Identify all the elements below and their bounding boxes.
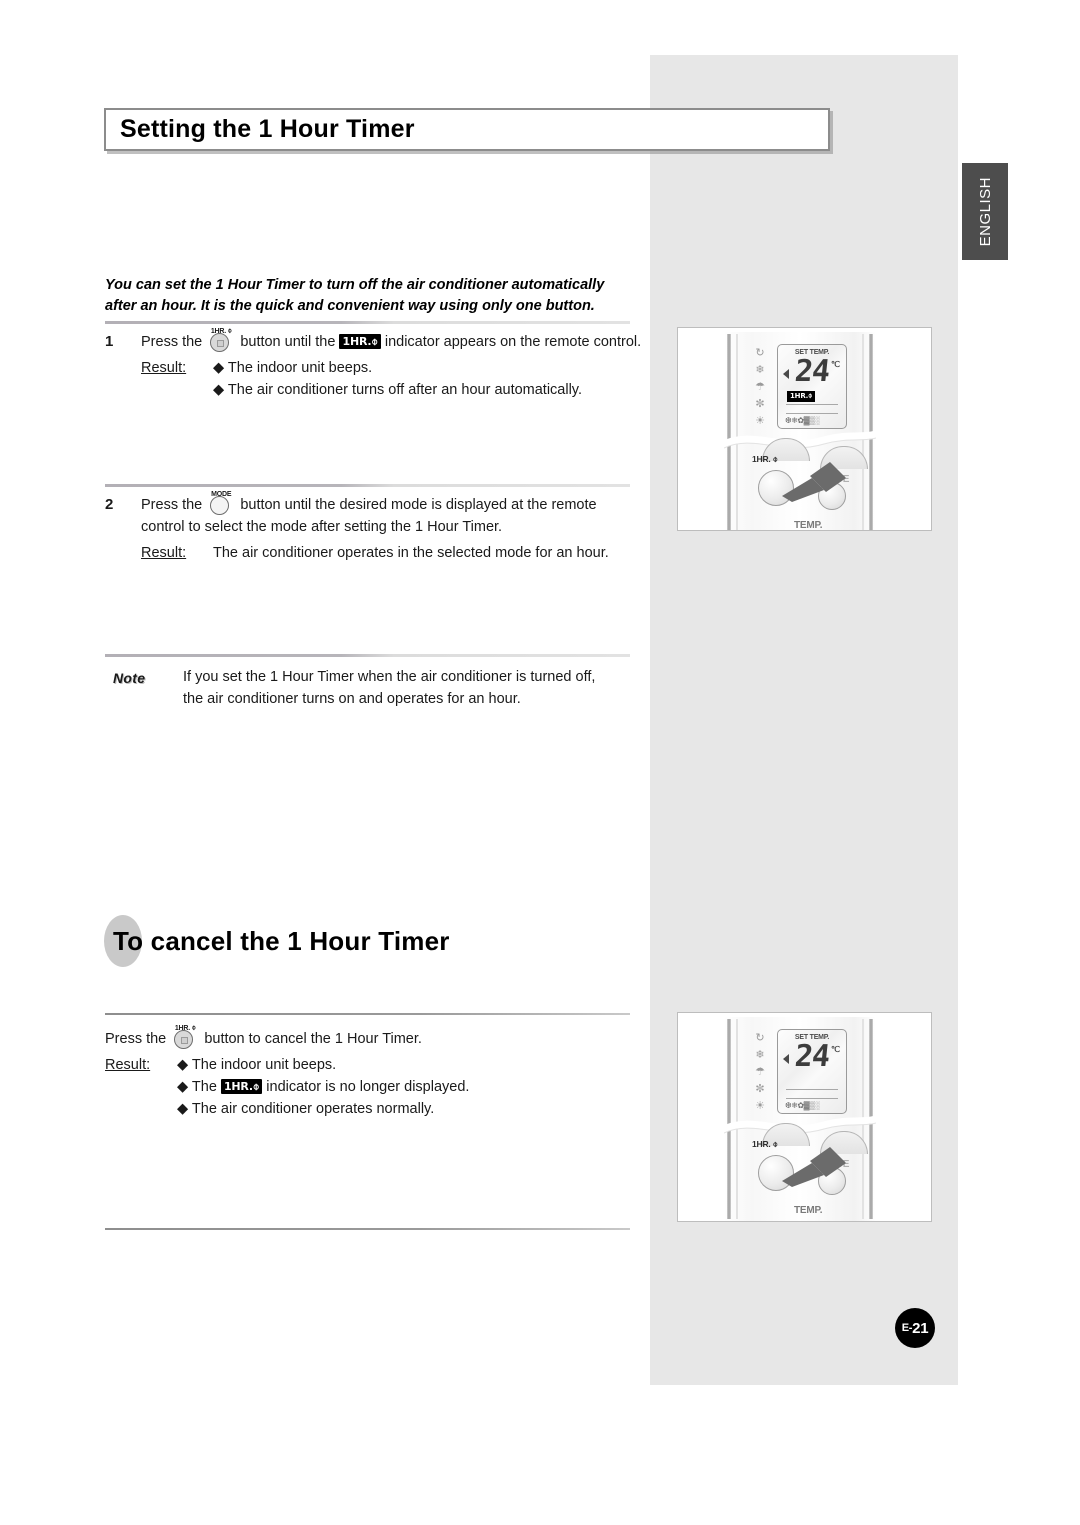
cancel-result: Result: ◆ The indoor unit beeps. ◆ The 1…: [105, 1054, 645, 1120]
step-2-instruction-line-2: control to select the mode after setting…: [141, 519, 503, 535]
remote-illustration-bottom: ↻ ❄ ☂ ✼ ☀ SET TEMP. 24 ℃ ❆❄✿▓▒░ 1HR. ⌽ M…: [677, 1012, 932, 1222]
step-2-instruction: Press the MODE button until the desired …: [141, 491, 645, 516]
step-1-result-item: ◆ The indoor unit beeps.: [213, 360, 373, 376]
step-1-text-after: button until the: [240, 334, 336, 350]
one-hour-button-icon[interactable]: 1HR. ⌽: [170, 1025, 200, 1049]
subheading-title: To cancel the 1 Hour Timer: [113, 925, 450, 956]
page-title-box: Setting the 1 Hour Timer: [104, 108, 830, 151]
remote-button-area: 1HR. ⌽ MODE TEMP.: [724, 436, 876, 531]
intro-line-1: You can set the 1 Hour Timer to turn off…: [105, 277, 605, 293]
cancel-result-2-before: ◆ The: [177, 1079, 217, 1095]
mode-button-icon[interactable]: MODE: [206, 491, 236, 515]
step-2-result-item: The air conditioner operates in the sele…: [213, 545, 609, 561]
one-hour-indicator-badge: 1HR.⌽: [220, 1079, 263, 1094]
one-hour-button-icon-circle: [210, 333, 230, 352]
temp-button-label: TEMP.: [794, 1205, 823, 1216]
lcd-one-hour-timer-badge: 1HR.⌽: [787, 391, 816, 402]
dry-mode-icon: ☂: [755, 1066, 765, 1078]
cancel-result-2-after: indicator is no longer displayed.: [266, 1079, 470, 1095]
page-title: Setting the 1 Hour Timer: [120, 115, 415, 143]
lcd-display-top: SET TEMP. 24 ℃ 1HR.⌽ ❆❄✿▓▒░: [777, 344, 847, 429]
step-1-result-label: Result:: [141, 360, 187, 376]
lcd-temperature-unit: ℃: [831, 360, 840, 369]
page-number-prefix: E-: [901, 1322, 913, 1334]
lcd-divider-1: [786, 404, 838, 405]
divider-above-step-2: [105, 484, 630, 487]
intro-line-2: after an hour. It is the quick and conve…: [105, 298, 595, 314]
cancel-result-item: ◆ The indoor unit beeps.: [177, 1057, 337, 1073]
temp-button-label: TEMP.: [794, 520, 823, 531]
language-tab-label: ENGLISH: [976, 176, 994, 247]
one-hour-button-icon-circle: [174, 1030, 194, 1049]
step-1-text-before: Press the: [141, 334, 203, 350]
cancel-instructions: Press the 1HR. ⌽ button to cancel the 1 …: [105, 1025, 645, 1120]
mode-icon-column: ↻ ❄ ☂ ✼ ☀: [750, 348, 770, 427]
fan-mode-icon: ✼: [755, 398, 765, 410]
cancel-result-item: ◆ The 1HR.⌽ indicator is no longer displ…: [177, 1076, 645, 1098]
step-2-text-after: button until the desired mode is display…: [240, 497, 597, 513]
note-block: Note If you set the 1 Hour Timer when th…: [105, 666, 645, 710]
lcd-foot-icons: ❆❄✿▓▒░: [785, 1101, 820, 1110]
one-hour-button-icon-dot: [216, 339, 224, 347]
note-label: Note: [113, 670, 146, 686]
one-hour-button-icon[interactable]: 1HR. ⌽: [206, 328, 236, 352]
step-2-result: Result: The air conditioner operates in …: [141, 542, 645, 564]
mode-button-icon-circle: [210, 496, 230, 515]
subheading-block: To cancel the 1 Hour Timer: [104, 915, 450, 967]
page-number-badge: E- 21: [895, 1308, 935, 1348]
heat-mode-icon: ☀: [755, 1100, 765, 1112]
language-tab: ENGLISH: [962, 163, 1008, 260]
note-line-2: the air conditioner turns on and operate…: [183, 691, 521, 707]
step-1-number: 1: [105, 333, 114, 350]
cancel-result-item: ◆ The air conditioner operates normally.: [177, 1101, 435, 1117]
lcd-divider-1: [786, 1089, 838, 1090]
remote-control-body: ↻ ❄ ☂ ✼ ☀ SET TEMP. 24 ℃ ❆❄✿▓▒░ 1HR. ⌽ M…: [724, 1017, 876, 1222]
cool-mode-icon: ❄: [755, 1049, 765, 1061]
remote-illustration-top: ↻ ❄ ☂ ✼ ☀ SET TEMP. 24 ℃ 1HR.⌽ ❆❄✿▓▒░ 1H…: [677, 327, 932, 531]
step-1-result-item: ◆ The air conditioner turns off after an…: [213, 382, 583, 398]
divider-above-note: [105, 654, 630, 657]
lcd-foot-icons: ❆❄✿▓▒░: [785, 416, 820, 425]
lcd-display-bottom: SET TEMP. 24 ℃ ❆❄✿▓▒░: [777, 1029, 847, 1114]
auto-mode-icon: ↻: [755, 1032, 765, 1044]
remote-control-body: ↻ ❄ ☂ ✼ ☀ SET TEMP. 24 ℃ 1HR.⌽ ❆❄✿▓▒░ 1H…: [724, 332, 876, 531]
lcd-divider-2: [786, 413, 838, 414]
auto-mode-icon: ↻: [755, 347, 765, 359]
press-arrow-icon: [782, 1147, 846, 1187]
cancel-result-label: Result:: [105, 1057, 151, 1073]
divider-above-cancel: [105, 1013, 630, 1015]
page-number-value: 21: [912, 1319, 929, 1337]
remote-button-area: 1HR. ⌽ MODE TEMP.: [724, 1121, 876, 1222]
one-hour-indicator-badge: 1HR.⌽: [339, 334, 381, 349]
intro-paragraph: You can set the 1 Hour Timer to turn off…: [105, 275, 645, 317]
fan-mode-icon: ✼: [755, 1083, 765, 1095]
lcd-temperature-unit: ℃: [831, 1045, 840, 1054]
step-2-number: 2: [105, 496, 114, 513]
step-1: 1 Press the 1HR. ⌽ button until the 1HR.…: [105, 328, 645, 401]
step-1-result: Result: ◆ The indoor unit beeps. ◆ The a…: [141, 357, 645, 401]
one-hour-button-icon-dot: [180, 1036, 188, 1044]
divider-above-step-1: [105, 321, 630, 324]
note-line-1: If you set the 1 Hour Timer when the air…: [183, 669, 596, 685]
lcd-one-hour-timer-badge: [787, 1076, 793, 1078]
heat-mode-icon: ☀: [755, 415, 765, 427]
remote-bottom-slot: [762, 1221, 840, 1222]
lcd-divider-2: [786, 1098, 838, 1099]
step-2: 2 Press the MODE button until the desire…: [105, 491, 645, 564]
cool-mode-icon: ❄: [755, 364, 765, 376]
step-1-instruction: Press the 1HR. ⌽ button until the 1HR.⌽ …: [141, 328, 645, 353]
mode-icon-column: ↻ ❄ ☂ ✼ ☀: [750, 1033, 770, 1112]
cancel-instruction: Press the 1HR. ⌽ button to cancel the 1 …: [105, 1025, 645, 1050]
divider-below-cancel: [105, 1228, 630, 1230]
step-2-text-before: Press the: [141, 497, 203, 513]
cancel-text-before: Press the: [105, 1031, 167, 1047]
step-1-text-after-badge: indicator appears on the remote control.: [384, 334, 642, 350]
dry-mode-icon: ☂: [755, 381, 765, 393]
step-2-result-label: Result:: [141, 545, 187, 561]
cancel-text-after: button to cancel the 1 Hour Timer.: [204, 1031, 422, 1047]
press-arrow-icon: [782, 462, 846, 502]
